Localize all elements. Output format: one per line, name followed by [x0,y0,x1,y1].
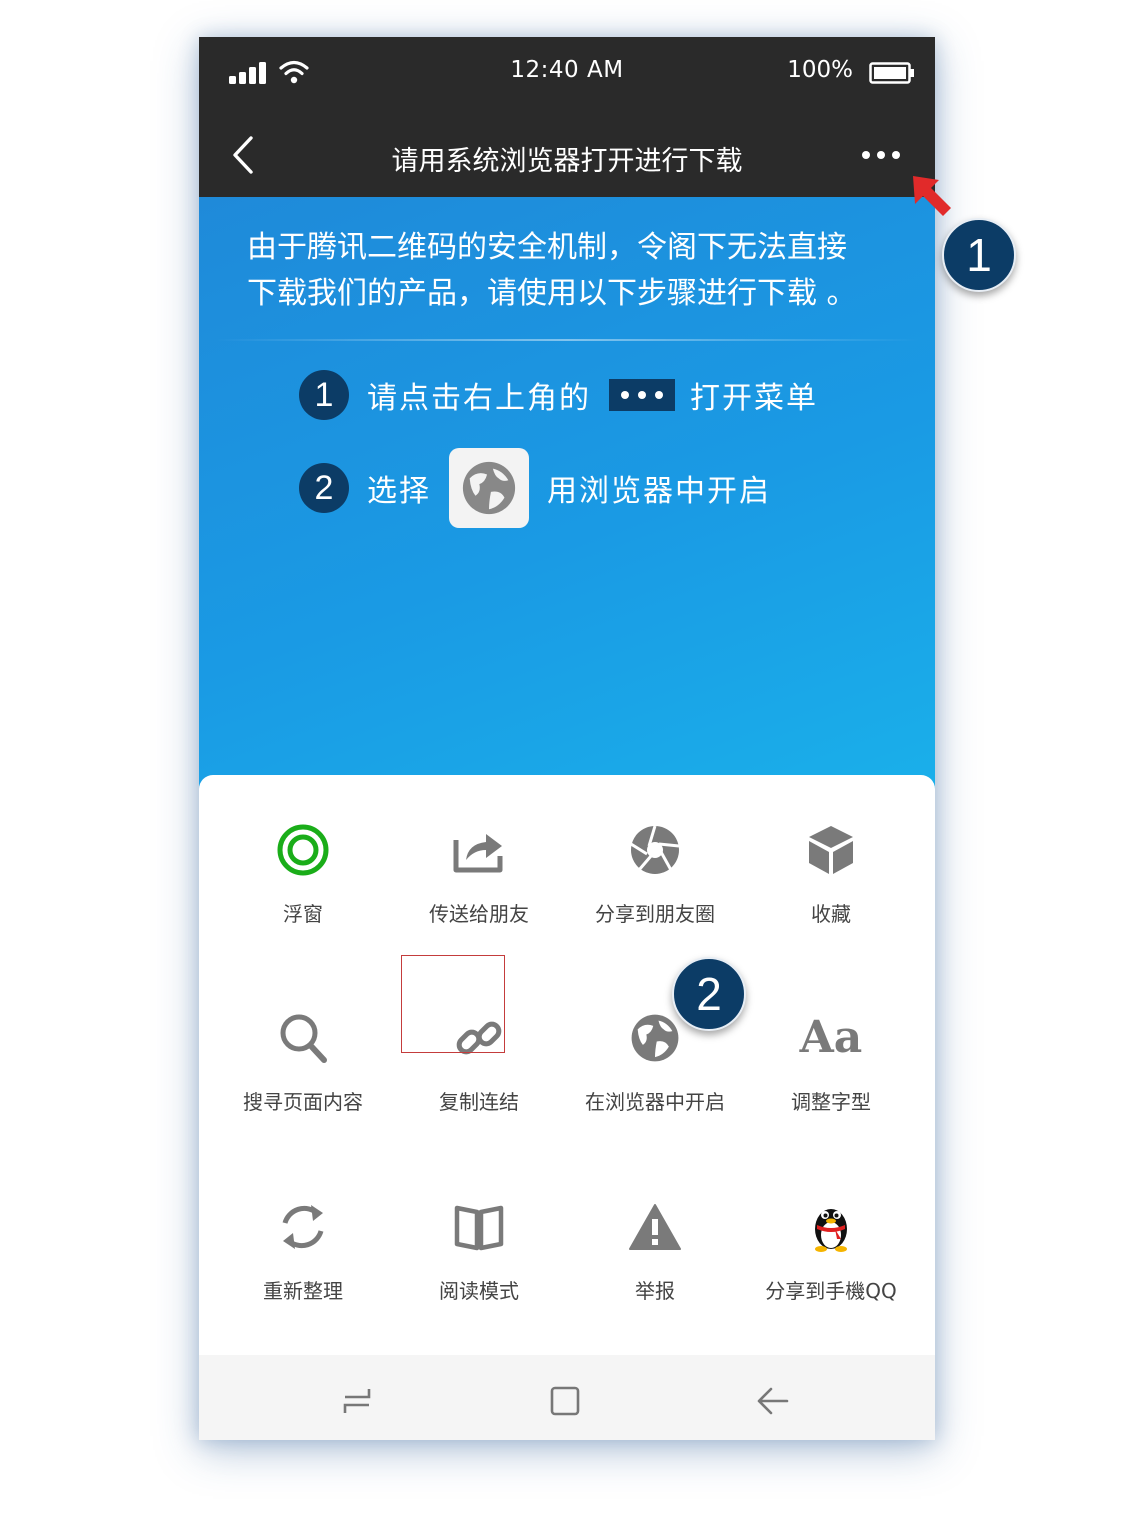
browser-icon-tile [449,448,529,528]
menu-item-label: 阅读模式 [439,1279,519,1303]
menu-item-label: 在浏览器中开启 [585,1090,725,1114]
menu-item-label: 传送给朋友 [429,902,529,926]
floating-window-icon [277,824,329,876]
recent-apps-icon[interactable] [339,1383,375,1419]
menu-item-label: 分享到手機QQ [765,1279,897,1303]
menu-item-share-to-moments[interactable]: 分享到朋友圈 [563,790,747,960]
step-1-text: 请点击右上角的 [367,381,591,416]
intro-text: 由于腾讯二维码的安全机制，令阁下无法直接 下载我们的产品，请使用以下步骤进行下载… [247,225,887,317]
menu-item-label: 举报 [635,1279,675,1303]
globe-icon [462,461,516,515]
step-2: 2 选择 用浏览器中开启 [299,447,771,529]
favorite-cube-icon [809,826,853,874]
menu-item-adjust-font[interactable]: Aa 调整字型 [739,978,923,1148]
step-1-action: 打开菜单 [690,381,818,416]
more-dots-chip [609,379,675,411]
battery-icon [869,62,914,84]
step-number-badge: 2 [299,463,349,513]
open-in-browser-highlight [401,955,505,1053]
phone-frame: 12:40 AM 100% 请用系统浏览器打开进行下载 由于腾讯二维码的安全机制… [199,37,935,1440]
page-title: 请用系统浏览器打开进行下载 [391,146,743,177]
menu-item-label: 重新整理 [263,1279,343,1303]
refresh-icon [282,1205,324,1249]
menu-item-reading-mode[interactable]: 阅读模式 [387,1167,571,1337]
menu-item-label: 复制连结 [439,1090,519,1114]
system-navigation-bar [199,1355,935,1440]
intro-line-1: 由于腾讯二维码的安全机制，令阁下无法直接 [247,230,847,265]
more-options-icon [621,391,663,399]
red-pointer-arrow-icon [913,176,951,216]
globe-icon [631,1014,679,1062]
share-forward-icon [453,834,503,873]
callout-badge-2: 2 [672,957,746,1031]
menu-item-label: 分享到朋友圈 [595,902,715,926]
menu-item-share-to-qq[interactable]: 分享到手機QQ [739,1167,923,1337]
instruction-panel: 由于腾讯二维码的安全机制，令阁下无法直接 下载我们的产品，请使用以下步骤进行下载… [199,197,935,797]
book-icon [454,1205,504,1251]
home-icon[interactable] [547,1383,583,1419]
menu-item-label: 收藏 [811,902,851,926]
step-1: 1 请点击右上角的 打开菜单 [299,369,818,421]
menu-item-floating-window[interactable]: 浮窗 [211,790,395,960]
menu-item-share-to-friend[interactable]: 传送给朋友 [387,790,571,960]
intro-line-2: 下载我们的产品，请使用以下步骤进行下载 。 [247,276,857,311]
status-bar: 12:40 AM 100% [199,37,935,112]
callout-badge-1: 1 [942,218,1016,292]
divider [214,339,920,341]
battery-percentage: 100% [787,57,853,83]
qq-penguin-icon [815,1209,847,1252]
back-icon[interactable] [755,1383,791,1419]
step-number-badge: 1 [299,370,349,420]
menu-item-search-page[interactable]: 搜寻页面内容 [211,978,395,1148]
menu-item-label: 调整字型 [791,1090,871,1114]
more-options-icon[interactable] [861,150,901,160]
moments-icon [630,825,680,874]
menu-item-label: 搜寻页面内容 [243,1090,363,1114]
warning-icon [629,1204,681,1250]
search-icon [280,1014,327,1063]
menu-item-report[interactable]: 举报 [563,1167,747,1337]
step-2-action: 用浏览器中开启 [547,474,771,509]
menu-item-refresh[interactable]: 重新整理 [211,1167,395,1337]
menu-item-favorite[interactable]: 收藏 [739,790,923,960]
navigation-bar: 请用系统浏览器打开进行下载 [199,112,935,197]
menu-item-label: 浮窗 [283,902,323,926]
share-menu-sheet: 浮窗 传送给朋友 分享到朋友圈 收藏 搜寻页面内容 复制连结 在浏览器中开启 A… [199,775,935,1355]
step-2-text: 选择 [367,474,431,509]
font-icon: Aa [799,1012,863,1063]
